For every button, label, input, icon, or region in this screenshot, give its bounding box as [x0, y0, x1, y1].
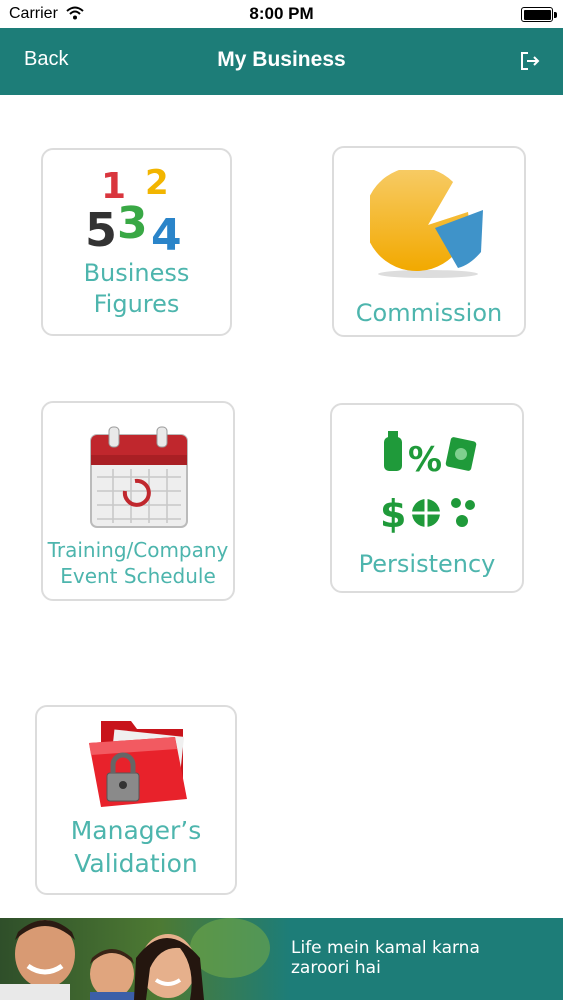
- svg-text:3: 3: [117, 198, 148, 249]
- family-photo: [0, 918, 290, 1000]
- banner-tagline-line1: Life mein kamal karna: [291, 938, 480, 958]
- training-schedule-label: Training/Company Event Schedule: [43, 537, 233, 589]
- promo-banner[interactable]: Life mein kamal karna zaroori hai: [0, 918, 563, 1000]
- pie-chart-icon: [364, 167, 490, 280]
- persistency-label: Persistency: [358, 550, 496, 578]
- business-figures-label-line1: Business: [83, 259, 190, 287]
- banner-tagline: Life mein kamal karna zaroori hai: [291, 938, 551, 979]
- back-button[interactable]: Back: [24, 48, 68, 71]
- numbers-icon: 1 2 5 3 4: [83, 163, 193, 261]
- battery-icon: [521, 7, 557, 22]
- commission-label: Commission: [355, 299, 503, 327]
- svg-text:4: 4: [151, 210, 182, 254]
- navigation-bar: Back My Business: [0, 28, 563, 95]
- banner-tagline-line2: zaroori hai: [291, 958, 381, 979]
- managers-validation-button[interactable]: Manager’s Validation: [35, 705, 237, 895]
- locked-folder-icon: [71, 715, 201, 811]
- money-symbols-icon: % $: [376, 427, 480, 537]
- training-schedule-label-line2: Event Schedule: [60, 564, 216, 588]
- status-time: 8:00 PM: [249, 4, 314, 23]
- training-schedule-button[interactable]: Training/Company Event Schedule: [41, 401, 235, 601]
- business-figures-label: Business Figures: [43, 258, 230, 320]
- svg-text:$: $: [380, 492, 406, 536]
- svg-text:5: 5: [85, 203, 117, 254]
- svg-text:%: %: [408, 440, 442, 480]
- business-figures-button[interactable]: 1 2 5 3 4 Business Figures: [41, 148, 232, 336]
- business-figures-label-line2: Figures: [93, 290, 180, 319]
- managers-validation-label-line1: Manager’s: [70, 816, 202, 845]
- managers-validation-label-line2: Validation: [74, 848, 198, 878]
- persistency-button[interactable]: % $ Persistency: [330, 403, 524, 593]
- calendar-icon: [87, 425, 191, 529]
- training-schedule-label-line1: Training/Company: [47, 538, 229, 562]
- status-bar: Carrier 8:00 PM: [0, 0, 563, 28]
- commission-button[interactable]: Commission: [332, 146, 526, 337]
- managers-validation-label: Manager’s Validation: [37, 815, 235, 880]
- logout-icon[interactable]: [517, 48, 543, 74]
- svg-text:2: 2: [145, 164, 169, 203]
- page-title: My Business: [217, 48, 346, 71]
